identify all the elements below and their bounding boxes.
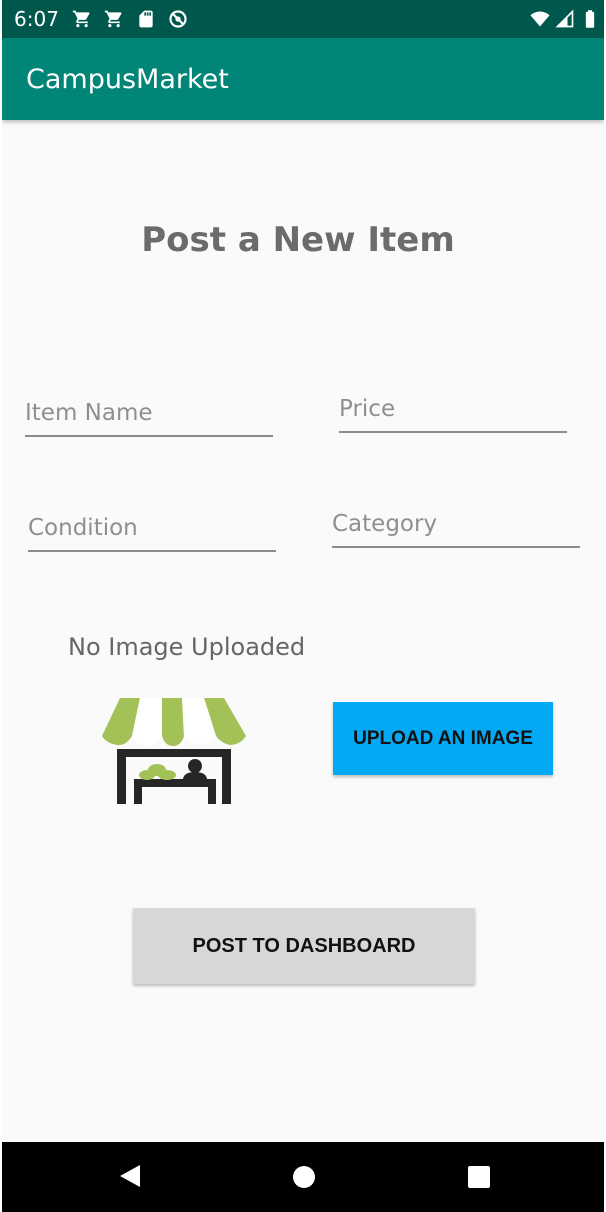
wifi-icon	[530, 11, 550, 27]
home-icon[interactable]	[293, 1166, 315, 1188]
shopping-cart-icon	[72, 10, 90, 28]
app-screen: 6:07 CampusMarket Post a New Item Item N…	[2, 0, 604, 1212]
app-bar: CampusMarket	[2, 38, 604, 120]
status-bar: 6:07	[2, 0, 604, 38]
upload-image-button[interactable]: UPLOAD AN IMAGE	[333, 702, 553, 775]
app-title: CampusMarket	[26, 64, 229, 95]
back-icon[interactable]	[119, 1164, 141, 1188]
status-time: 6:07	[14, 7, 59, 31]
condition-field	[28, 506, 276, 552]
recents-icon[interactable]	[468, 1166, 490, 1188]
post-to-dashboard-button[interactable]: POST TO DASHBOARD	[133, 908, 475, 984]
sd-card-icon	[139, 10, 153, 28]
no-entry-circle-icon	[169, 10, 187, 28]
category-input[interactable]	[332, 502, 580, 546]
page-title: Post a New Item	[141, 220, 455, 260]
price-input[interactable]	[339, 387, 567, 431]
shopping-cart-icon	[104, 10, 122, 28]
item-name-input[interactable]	[25, 391, 273, 435]
category-field	[332, 502, 580, 548]
navigation-bar	[2, 1142, 604, 1212]
market-stall-icon	[102, 698, 246, 804]
battery-icon	[585, 10, 595, 28]
condition-input[interactable]	[28, 506, 276, 550]
image-status-label: No Image Uploaded	[68, 633, 306, 661]
cell-signal-icon	[555, 9, 574, 28]
item-name-field	[25, 391, 273, 437]
price-field	[339, 387, 567, 433]
